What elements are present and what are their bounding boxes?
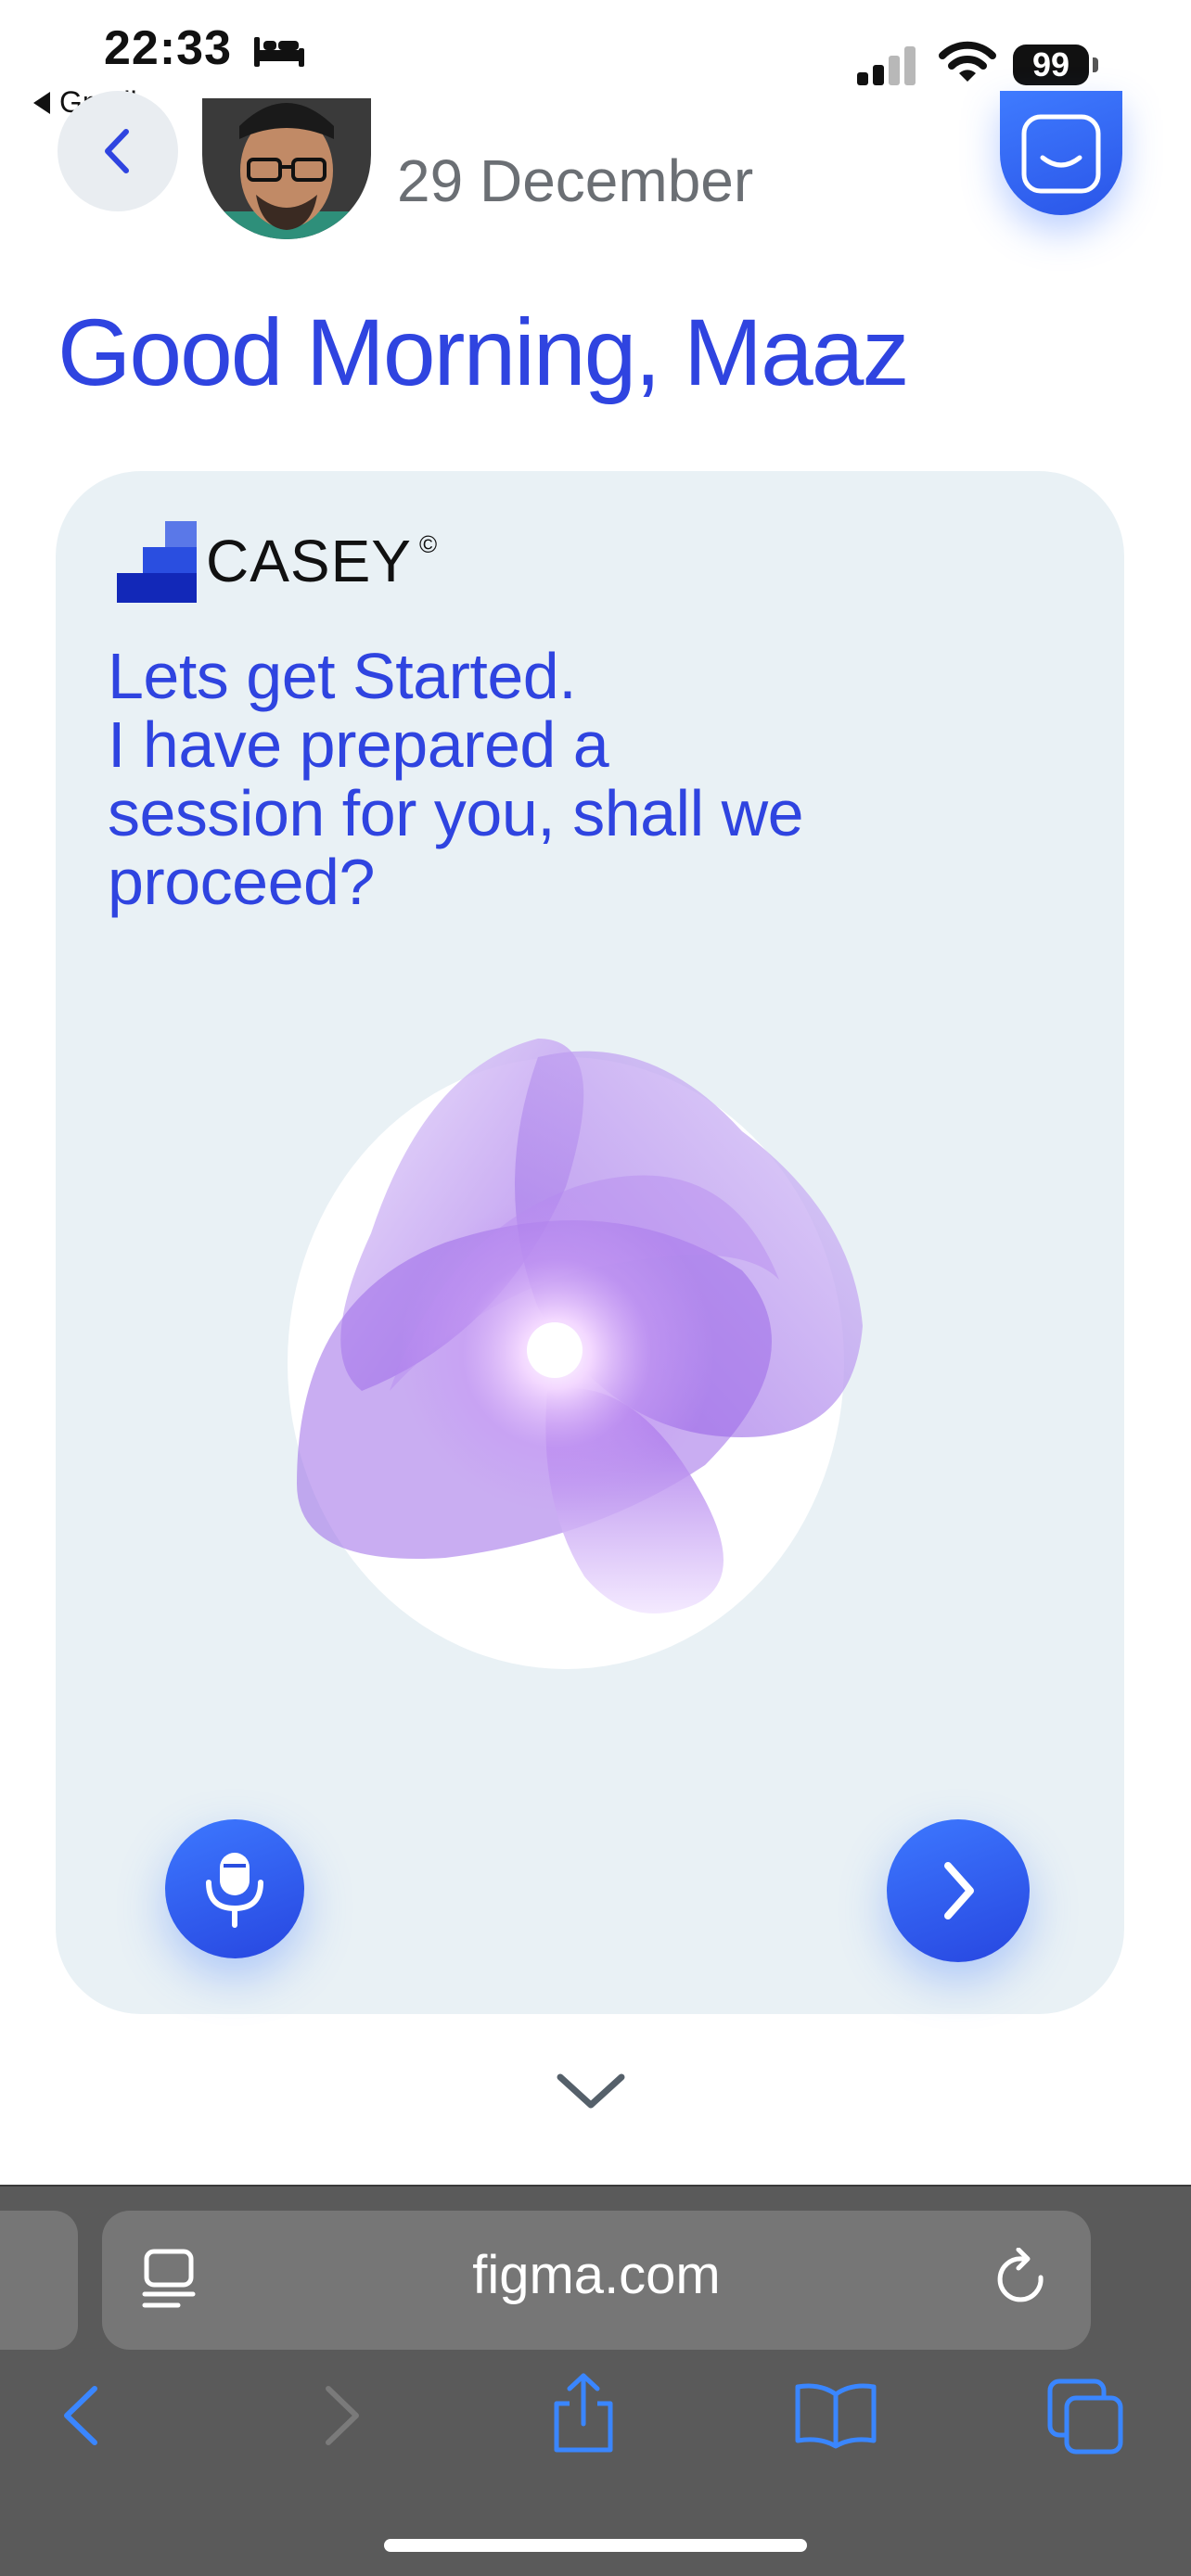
assistant-message: Lets get Started. I have prepared a sess…	[108, 642, 942, 916]
next-button[interactable]	[887, 1819, 1030, 1962]
avatar[interactable]	[202, 98, 371, 239]
casey-logo-icon	[117, 521, 197, 603]
message-line: Lets get Started.	[108, 640, 577, 712]
previous-tab-preview[interactable]	[0, 2211, 78, 2350]
status-time: 22:33	[104, 21, 232, 75]
message-line: I have prepared a	[108, 708, 609, 781]
microphone-icon	[206, 1853, 263, 1928]
brand-mark: ©	[419, 530, 438, 558]
forward-icon[interactable]	[319, 2383, 365, 2448]
bookmarks-icon[interactable]	[792, 2381, 879, 2450]
brand-name: CASEY	[206, 528, 412, 594]
url-text[interactable]: figma.com	[102, 2244, 1091, 2306]
browser-divider	[0, 2185, 1191, 2187]
chevron-right-icon	[944, 1862, 974, 1919]
back-icon[interactable]	[58, 2383, 104, 2448]
tabs-icon[interactable]	[1046, 2378, 1126, 2455]
date-label: 29 December	[397, 147, 754, 214]
wifi-icon	[939, 41, 996, 82]
microphone-button[interactable]	[165, 1819, 304, 1958]
message-line: proceed?	[108, 846, 375, 918]
back-triangle-icon	[33, 91, 50, 114]
assistant-button[interactable]	[1000, 91, 1122, 215]
signal-icon	[857, 46, 916, 85]
chevron-left-icon	[105, 129, 129, 173]
reload-icon[interactable]	[994, 2248, 1052, 2311]
share-icon[interactable]	[549, 2372, 618, 2455]
chevron-down-icon[interactable]	[555, 2070, 627, 2111]
smiley-icon	[1021, 114, 1101, 194]
greeting-title: Good Morning, Maaz	[58, 300, 909, 405]
reader-icon[interactable]	[141, 2248, 197, 2313]
bed-icon	[254, 37, 304, 67]
battery-cap	[1093, 57, 1098, 72]
battery-indicator: 99	[1013, 45, 1089, 85]
home-indicator	[384, 2539, 807, 2552]
back-button[interactable]	[58, 91, 178, 211]
orb-visual	[288, 1039, 863, 1669]
message-line: session for you, shall we	[108, 777, 804, 849]
